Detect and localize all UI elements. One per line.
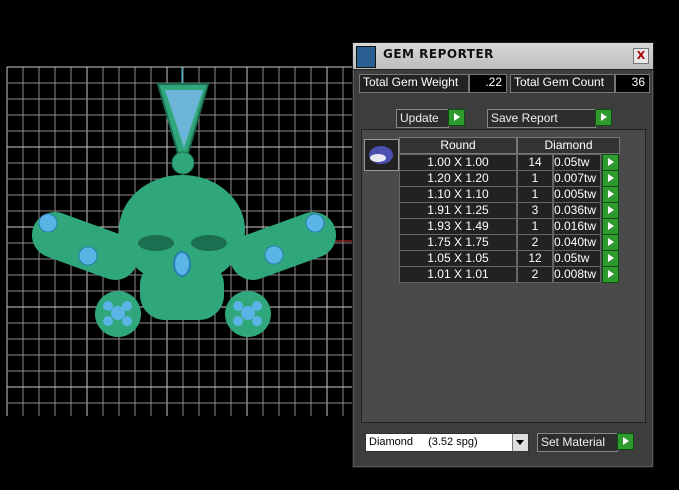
row-go-icon[interactable]: [602, 186, 619, 203]
total-gem-count-label: Total Gem Count: [510, 74, 615, 93]
gem-size-cell: 1.75 X 1.75: [399, 234, 517, 251]
gem-count-cell: 1: [517, 170, 553, 187]
set-material-button[interactable]: Set Material: [537, 433, 618, 452]
gem-count-cell: 2: [517, 266, 553, 283]
gem-count-cell: 1: [517, 186, 553, 203]
gem-size-cell: 1.10 X 1.10: [399, 186, 517, 203]
save-report-button[interactable]: Save Report: [487, 109, 596, 128]
gem-size-cell: 1.01 X 1.01: [399, 266, 517, 283]
gem-weight-cell: 0.008tw: [553, 266, 601, 283]
row-go-icon[interactable]: [602, 170, 619, 187]
gem-count-cell: 14: [517, 154, 553, 171]
titlebar[interactable]: GEM REPORTER X: [353, 43, 653, 70]
save-report-go-icon[interactable]: [595, 109, 612, 126]
window-title: GEM REPORTER: [383, 47, 494, 61]
close-icon[interactable]: X: [633, 48, 649, 64]
gem-size-cell: 1.93 X 1.49: [399, 218, 517, 235]
gem-weight-cell: 0.016tw: [553, 218, 601, 235]
gem-size-cell: 1.05 X 1.05: [399, 250, 517, 267]
gem-weight-cell: 0.05tw: [553, 250, 601, 267]
gem-weight-cell: 0.005tw: [553, 186, 601, 203]
gem-weight-cell: 0.05tw: [553, 154, 601, 171]
gem-weight-cell: 0.040tw: [553, 234, 601, 251]
chevron-down-icon[interactable]: [512, 434, 528, 451]
gem-size-cell: 1.00 X 1.00: [399, 154, 517, 171]
row-go-icon[interactable]: [602, 234, 619, 251]
gem-thumbnail-icon[interactable]: [364, 139, 399, 171]
row-go-icon[interactable]: [602, 250, 619, 267]
material-select[interactable]: Diamond (3.52 spg): [365, 433, 529, 452]
material-select-value: Diamond: [369, 436, 414, 448]
set-material-go-icon[interactable]: [617, 433, 634, 450]
row-go-icon[interactable]: [602, 154, 619, 171]
gem-count-cell: 3: [517, 202, 553, 219]
column-header-round: Round: [399, 137, 517, 154]
update-button[interactable]: Update: [396, 109, 449, 128]
column-header-diamond: Diamond: [517, 137, 620, 154]
row-go-icon[interactable]: [602, 202, 619, 219]
gem-weight-cell: 0.036tw: [553, 202, 601, 219]
gem-table: Round Diamond 1.00 X 1.00 14 0.05tw 1.20 X …: [361, 129, 646, 423]
material-select-spg: (3.52 spg): [428, 436, 478, 448]
gem-count-cell: 12: [517, 250, 553, 267]
total-gem-count-value: 36: [615, 74, 650, 93]
total-gem-weight-value: .22: [469, 74, 507, 93]
gem-size-cell: 1.91 X 1.25: [399, 202, 517, 219]
row-go-icon[interactable]: [602, 218, 619, 235]
gem-size-cell: 1.20 X 1.20: [399, 170, 517, 187]
gem-reporter-panel: GEM REPORTER X Total Gem Weight .22 Tota…: [352, 42, 654, 468]
update-go-icon[interactable]: [448, 109, 465, 126]
gem-count-cell: 1: [517, 218, 553, 235]
row-go-icon[interactable]: [602, 266, 619, 283]
gem-count-cell: 2: [517, 234, 553, 251]
gem-weight-cell: 0.007tw: [553, 170, 601, 187]
total-gem-weight-label: Total Gem Weight: [359, 74, 469, 93]
gem-reporter-app-icon: [356, 46, 376, 68]
